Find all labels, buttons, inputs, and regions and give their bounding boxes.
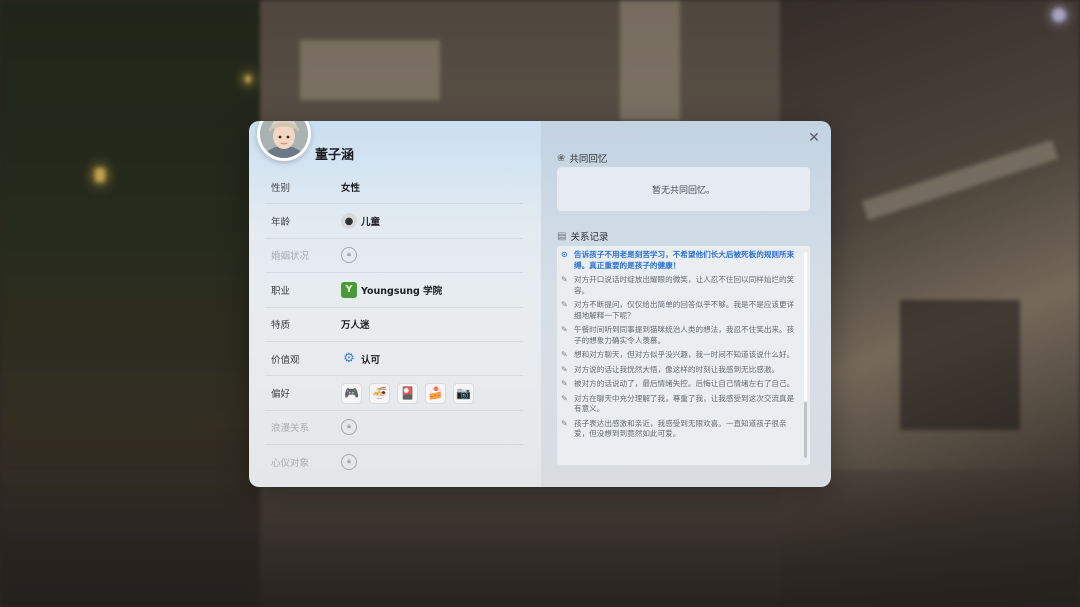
log-entry: ✎ 被对方的话说动了，最后情绪失控。后悔让自己情绪左右了自己。 <box>557 379 803 390</box>
relationship-pane: ❀ 共同回忆 暂无共同回忆。 ▤ 关系记录 ⊙ 告诉孩子不用老是刻苦学习，不希望他… <box>541 121 831 487</box>
log-entry: ✎ 孩子表达出感激和亲近，我感受到无限欢喜。一直知道孩子很亲爱，但没想到到竟然如此… <box>557 419 803 440</box>
profile-row-label: 职业 <box>271 285 291 297</box>
child-icon: ● <box>341 213 357 230</box>
relationship-log-header: ▤ 关系记录 <box>557 229 609 244</box>
profile-row-label: 价值观 <box>271 354 300 366</box>
game-controller-icon[interactable]: 🎮 <box>341 382 362 404</box>
pencil-icon: ✎ <box>561 275 568 284</box>
log-entry: ✎ 想和对方聊天，但对方似乎没兴趣，我一时间不知道该说什么好。 <box>557 350 803 361</box>
profile-value-text: 万人迷 <box>341 320 370 332</box>
log-entry: ✎ 午餐时间听到同事提到猫咪统治人类的想法，我忍不住笑出来。孩子的想象力确实令人羡… <box>557 325 803 346</box>
lock-icon: 🔒︎ <box>341 419 357 436</box>
memories-empty-text: 暂无共同回忆。 <box>651 185 715 196</box>
log-entry: ✎ 对方说的话让我恍然大悟，像这样的时刻让我感到无比感激。 <box>557 365 803 376</box>
pencil-icon: ✎ <box>561 350 568 359</box>
pencil-icon: ✎ <box>561 325 568 334</box>
log-entry: ✎ 对方开口说话时绽放出耀眼的微笑，让人忍不住回以同样灿烂的笑容。 <box>557 275 803 296</box>
card-icon[interactable]: 🎴 <box>397 382 418 404</box>
profile-row: 浪漫关系 🔒︎ <box>265 411 523 446</box>
log-entry-text: 告诉孩子不用老是刻苦学习，不希望他们长大后被死板的规则所束缚。真正重要的是孩子的… <box>574 250 795 270</box>
profile-row: 价值观 ⚙ 认可 <box>265 342 523 377</box>
profile-rows: 性别 女性年龄 ● 儿童婚姻状况 🔒︎ 职业 Y Youngsung 学院特质 万人迷价值观 ⚙ 认… <box>265 170 523 480</box>
profile-row-label: 婚姻状况 <box>271 251 310 263</box>
profile-row-label: 特质 <box>271 320 291 332</box>
pencil-icon: ✎ <box>561 393 568 403</box>
log-entry: ✎ 对方不断提问，仅仅给出简单的回答似乎不够。我是不是应该更详细地解释一下呢？ <box>557 300 803 321</box>
profile-row-value: 🔒︎ <box>341 419 357 436</box>
log-entry: ⊙ 告诉孩子不用老是刻苦学习，不希望他们长大后被死板的规则所束缚。真正重要的是孩子… <box>557 250 803 271</box>
camera-icon[interactable]: 📷 <box>453 382 474 404</box>
log-entry-text: 想和对方聊天，但对方似乎没兴趣，我一时间不知道该说什么好。 <box>574 350 795 359</box>
profile-row: 偏好 🎮 🍜 🎴 🍰 📷 <box>265 376 523 411</box>
log-entry-text: 孩子表达出感激和亲近，我感受到无限欢喜。一直知道孩子很亲爱，但没想到到竟然如此可… <box>574 418 787 439</box>
school-logo-icon: Y <box>341 281 357 298</box>
profile-row-value: 🔒︎ <box>341 247 357 264</box>
log-entry-text: 午餐时间听到同事提到猫咪统治人类的想法，我忍不住笑出来。孩子的想象力确实令人羡慕… <box>574 325 795 345</box>
memories-header: ❀ 共同回忆 <box>557 151 608 166</box>
relationship-log-title: 关系记录 <box>570 232 609 243</box>
pencil-icon: ✎ <box>561 300 568 309</box>
relationship-log-box[interactable]: ⊙ 告诉孩子不用老是刻苦学习，不希望他们长大后被死板的规则所束缚。真正重要的是孩子… <box>557 246 810 465</box>
character-name: 董子涵 <box>315 148 355 163</box>
profile-row-value: 🎮 🍜 🎴 🍰 📷 <box>341 382 477 404</box>
pencil-icon: ✎ <box>561 364 568 374</box>
profile-row: 特质 万人迷 <box>265 308 523 342</box>
profile-row: 性别 女性 <box>265 170 523 205</box>
relationship-log-list: ⊙ 告诉孩子不用老是刻苦学习，不希望他们长大后被死板的规则所束缚。真正重要的是孩子… <box>557 250 803 444</box>
profile-value-text: 认可 <box>361 354 381 366</box>
character-info-dialog: 性别 女性年龄 ● 儿童婚姻状况 🔒︎ 职业 Y Youngsung 学院特质 万人迷价值观 ⚙ 认… <box>249 121 831 487</box>
log-entry-text: 对方不断提问，仅仅给出简单的回答似乎不够。我是不是应该更详细地解释一下呢？ <box>574 300 795 320</box>
bowl-icon[interactable]: 🍜 <box>369 382 390 404</box>
info-icon: ⊙ <box>561 250 568 259</box>
close-button[interactable]: ✕ <box>806 130 822 146</box>
pencil-icon: ✎ <box>561 379 568 388</box>
baking-icon[interactable]: 🍰 <box>425 382 446 404</box>
profile-pane: 性别 女性年龄 ● 儿童婚姻状况 🔒︎ 职业 Y Youngsung 学院特质 万人迷价值观 ⚙ 认… <box>249 121 541 487</box>
avatar-portrait <box>260 121 308 158</box>
profile-row-label: 性别 <box>271 182 291 194</box>
profile-row: 职业 Y Youngsung 学院 <box>265 273 523 308</box>
profile-value-text: 女性 <box>341 182 361 194</box>
profile-row-value: ● 儿童 <box>341 213 381 230</box>
profile-row-value: 🔒︎ <box>341 454 357 471</box>
log-entry-text: 对方说的话让我恍然大悟，像这样的时刻让我感到无比感激。 <box>574 364 780 374</box>
profile-row-label: 年龄 <box>271 217 291 229</box>
log-entry-text: 对方开口说话时绽放出耀眼的微笑，让人忍不住回以同样灿烂的笑容。 <box>574 275 795 295</box>
lock-icon: 🔒︎ <box>341 454 357 471</box>
profile-value-text: Youngsung 学院 <box>361 285 443 297</box>
profile-row-value: 万人迷 <box>341 317 370 331</box>
log-scrollbar-thumb[interactable] <box>804 252 807 402</box>
gear-icon: ⚙ <box>343 351 355 367</box>
profile-row: 年龄 ● 儿童 <box>265 204 523 239</box>
clipboard-icon: ▤ <box>557 230 567 242</box>
profile-row: 心仪对象 🔒︎ <box>265 445 523 479</box>
profile-row-label: 心仪对象 <box>271 458 310 470</box>
memories-icon: ❀ <box>557 152 566 164</box>
log-entry-text: 对方在聊天中充分理解了我，尊重了我，让我感受到这次交流真是有意义。 <box>574 393 795 414</box>
lock-icon: 🔒︎ <box>341 247 357 264</box>
memories-box: 暂无共同回忆。 <box>557 167 810 211</box>
log-scrollbar[interactable] <box>804 252 807 458</box>
memories-title: 共同回忆 <box>569 154 608 165</box>
log-entry-text: 被对方的话说动了，最后情绪失控。后悔让自己情绪左右了自己。 <box>574 379 795 388</box>
profile-row: 婚姻状况 🔒︎ <box>265 239 523 274</box>
profile-value-text: 儿童 <box>361 217 381 229</box>
profile-row-value: 女性 <box>341 180 360 194</box>
pencil-icon: ✎ <box>561 418 568 428</box>
child-portrait-icon <box>260 121 308 158</box>
profile-row-value: ⚙ 认可 <box>341 351 380 367</box>
profile-row-label: 偏好 <box>271 389 291 401</box>
log-entry: ✎ 对方在聊天中充分理解了我，尊重了我，让我感受到这次交流真是有意义。 <box>557 394 803 415</box>
profile-row-label: 浪漫关系 <box>271 423 310 435</box>
profile-row-value: Y Youngsung 学院 <box>341 281 443 298</box>
